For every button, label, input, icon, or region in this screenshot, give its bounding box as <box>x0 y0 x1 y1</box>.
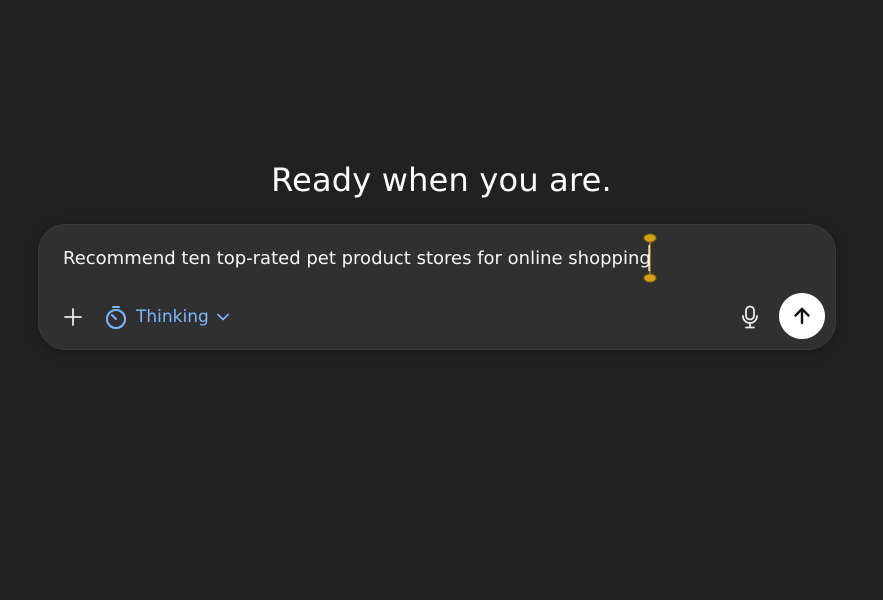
timer-icon <box>106 306 126 329</box>
prompt-input[interactable]: Recommend ten top-rated pet product stor… <box>63 246 651 272</box>
chevron-down-icon <box>216 313 229 321</box>
thinking-mode-button[interactable]: Thinking <box>105 301 229 333</box>
mode-label: Thinking <box>136 307 209 327</box>
composer-toolbar: Thinking <box>59 299 229 335</box>
page-title: Ready when you are. <box>271 161 612 200</box>
microphone-icon <box>742 305 758 329</box>
add-attachment-button[interactable] <box>59 303 87 331</box>
arrow-up-icon <box>794 307 810 325</box>
prompt-composer: Recommend ten top-rated pet product stor… <box>38 224 836 350</box>
send-button[interactable] <box>779 293 825 339</box>
page: Ready when you are. Recommend ten top-ra… <box>0 0 883 600</box>
voice-input-button[interactable] <box>736 303 764 331</box>
plus-icon <box>64 308 82 326</box>
text-cursor-icon <box>643 233 657 283</box>
